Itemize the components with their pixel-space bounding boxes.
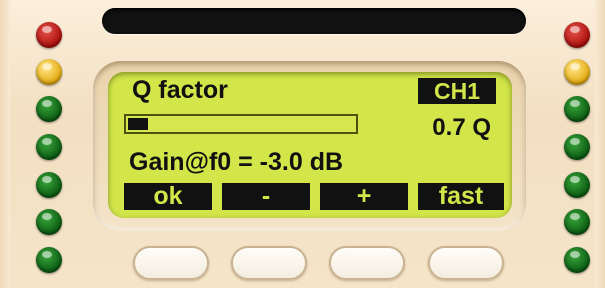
channel-badge: CH1 bbox=[418, 78, 496, 104]
led-left-6 bbox=[36, 209, 62, 235]
led-right-7 bbox=[564, 247, 590, 273]
led-right-5 bbox=[564, 172, 590, 198]
led-left-4 bbox=[36, 134, 62, 160]
top-slot bbox=[102, 8, 526, 34]
led-left-3 bbox=[36, 96, 62, 122]
led-right-2 bbox=[564, 59, 590, 85]
led-left-7 bbox=[36, 247, 62, 273]
hardware-button-4[interactable] bbox=[428, 246, 504, 280]
softkey-plus[interactable]: + bbox=[320, 183, 408, 210]
softkey-fast[interactable]: fast bbox=[418, 183, 504, 210]
hardware-button-3[interactable] bbox=[329, 246, 405, 280]
panel-edge-right bbox=[595, 0, 605, 288]
parameter-title: Q factor bbox=[132, 76, 228, 104]
panel-edge-left bbox=[0, 0, 10, 288]
led-right-4 bbox=[564, 134, 590, 160]
led-left-5 bbox=[36, 172, 62, 198]
hardware-button-2[interactable] bbox=[231, 246, 307, 280]
led-right-6 bbox=[564, 209, 590, 235]
level-meter-fill bbox=[128, 118, 148, 130]
q-value: 0.7 Q bbox=[432, 114, 491, 141]
hardware-button-1[interactable] bbox=[133, 246, 209, 280]
led-left-1 bbox=[36, 22, 62, 48]
gain-readout: Gain@f0 = -3.0 dB bbox=[129, 148, 344, 176]
softkey-ok[interactable]: ok bbox=[124, 183, 212, 210]
led-right-3 bbox=[564, 96, 590, 122]
led-left-2 bbox=[36, 59, 62, 85]
softkey-minus[interactable]: - bbox=[222, 183, 310, 210]
level-meter bbox=[124, 114, 358, 134]
led-right-1 bbox=[564, 22, 590, 48]
